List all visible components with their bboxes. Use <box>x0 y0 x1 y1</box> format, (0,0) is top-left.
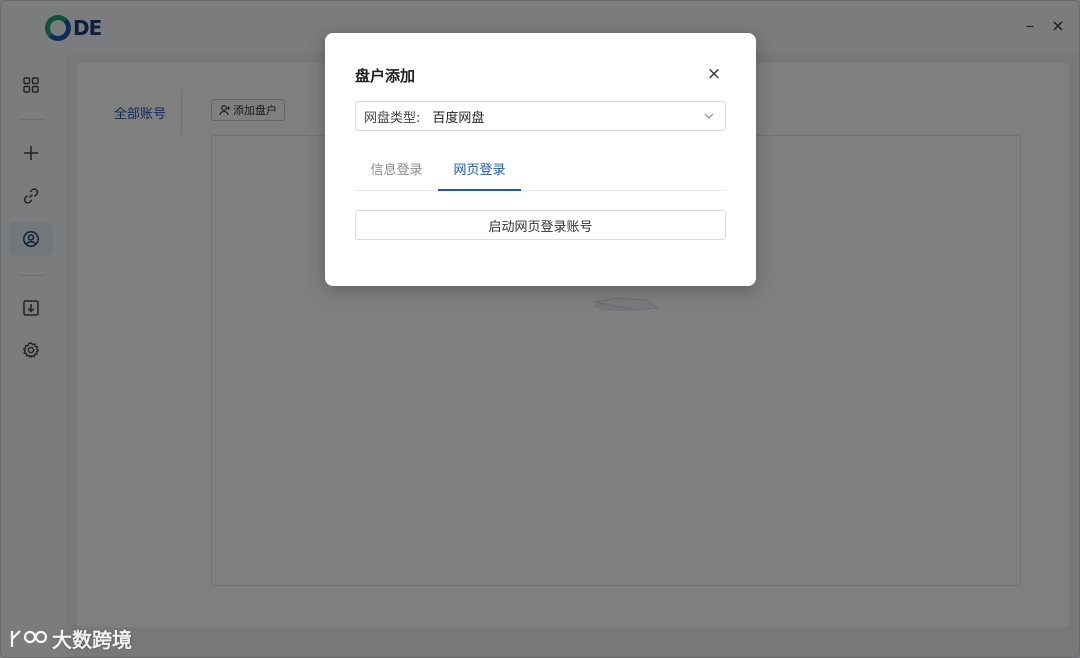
launch-web-login-button[interactable]: 启动网页登录账号 <box>355 210 726 240</box>
tab-info-login[interactable]: 信息登录 <box>355 159 438 191</box>
dialog-title: 盘户添加 <box>355 67 416 85</box>
disk-type-label: 网盘类型: <box>364 110 421 126</box>
watermark-logo <box>10 630 48 647</box>
chevron-down-icon <box>704 113 714 119</box>
login-tabs: 信息登录 网页登录 <box>355 151 726 191</box>
watermark-text: 大数跨境 <box>52 627 132 652</box>
dialog-close-button[interactable]: × <box>703 63 725 85</box>
disk-type-value: 百度网盘 <box>432 110 485 126</box>
add-account-dialog: 盘户添加 × 网盘类型: 百度网盘 信息登录 网页登录 启动网页登录账号 <box>325 33 756 286</box>
disk-type-select[interactable]: 网盘类型: 百度网盘 <box>355 101 726 131</box>
watermark: 大数跨境 <box>8 624 132 652</box>
tab-web-login[interactable]: 网页登录 <box>438 159 521 191</box>
